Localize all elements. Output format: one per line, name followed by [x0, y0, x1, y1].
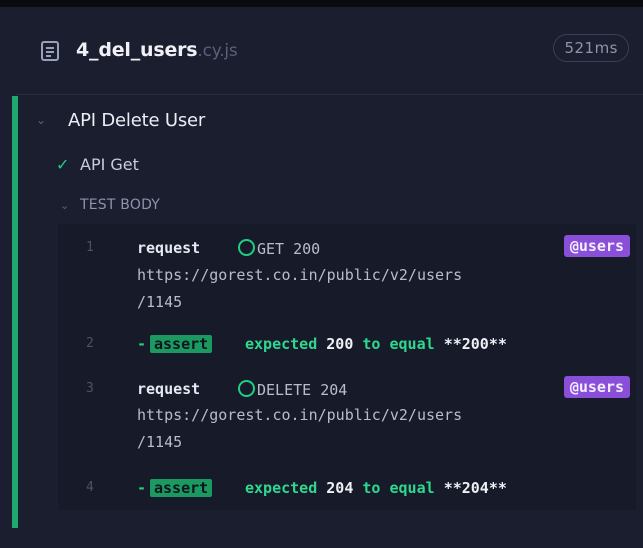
- command-method: DELETE 204: [238, 380, 347, 399]
- alias-badge[interactable]: @users: [563, 376, 630, 398]
- assert-message: expected 200 to equal **200**: [245, 335, 507, 353]
- pending-circle-icon: [238, 380, 255, 397]
- assert-badge: assert: [150, 479, 213, 497]
- command-url: https://gorest.co.in/public/v2/users /11…: [137, 262, 547, 316]
- check-icon: ✓: [56, 154, 70, 174]
- command-name: request: [137, 380, 201, 398]
- command-row[interactable]: 1 request GET 200 https://gorest.co.in/p…: [58, 224, 636, 322]
- test-body-label: TEST BODY: [80, 197, 161, 213]
- command-number: 3: [86, 381, 94, 396]
- command-method: GET 200: [238, 239, 320, 258]
- command-row[interactable]: 4 - assert expected 204 to equal **204**: [58, 474, 636, 508]
- spec-name: 4_del_users: [76, 39, 198, 61]
- command-number: 2: [86, 336, 94, 351]
- suite-title: API Delete User: [68, 109, 206, 131]
- assert-actual: 200: [326, 335, 354, 353]
- pending-circle-icon: [238, 239, 255, 256]
- command-url-line: /1145: [137, 293, 183, 311]
- assert-message: expected 204 to equal **204**: [245, 479, 507, 497]
- spec-header[interactable]: 4_del_users.cy.js 521ms: [16, 10, 643, 95]
- spec-filename: 4_del_users.cy.js: [76, 39, 238, 61]
- command-row[interactable]: 3 request DELETE 204 https://gorest.co.i…: [58, 370, 636, 468]
- assert-text: to equal: [353, 335, 444, 353]
- passed-status-bar: [12, 96, 18, 528]
- suite-row[interactable]: ⌄ API Delete User: [36, 106, 205, 134]
- duration-badge: 521ms: [553, 34, 629, 62]
- assert-prefix: -: [137, 479, 147, 497]
- test-row[interactable]: ✓ API Get: [56, 152, 139, 176]
- command-url-line: https://gorest.co.in/public/v2/users: [137, 266, 463, 284]
- command-number: 4: [86, 480, 94, 495]
- file-icon: [41, 41, 59, 61]
- assert-text: to equal: [353, 479, 444, 497]
- assert-text: expected: [245, 479, 327, 497]
- assert-badge: assert: [150, 335, 213, 353]
- command-url-line: /1145: [137, 433, 183, 451]
- window-top-edge: [0, 0, 643, 7]
- command-method-label: DELETE 204: [257, 381, 348, 399]
- command-row[interactable]: 2 - assert expected 200 to equal **200**: [58, 330, 636, 364]
- command-url: https://gorest.co.in/public/v2/users /11…: [137, 402, 547, 456]
- assert-actual: 204: [326, 479, 354, 497]
- command-number: 1: [86, 240, 94, 255]
- assert-expected: **204**: [443, 479, 507, 497]
- assert-expected: **200**: [443, 335, 507, 353]
- assert-text: expected: [245, 335, 327, 353]
- alias-badge[interactable]: @users: [563, 235, 630, 257]
- assert-prefix: -: [137, 335, 147, 353]
- test-body-row[interactable]: ⌄ TEST BODY: [60, 194, 160, 216]
- chevron-down-icon: ⌄: [36, 113, 47, 127]
- chevron-down-icon: ⌄: [60, 198, 70, 212]
- test-title: API Get: [80, 154, 139, 174]
- command-log: 1 request GET 200 https://gorest.co.in/p…: [58, 224, 636, 510]
- suite-panel: ⌄ API Delete User ✓ API Get ⌄ TEST BODY …: [12, 96, 643, 528]
- command-url-line: https://gorest.co.in/public/v2/users: [137, 406, 463, 424]
- spec-extension: .cy.js: [197, 41, 238, 61]
- command-name: request: [137, 239, 201, 257]
- command-method-label: GET 200: [257, 240, 321, 258]
